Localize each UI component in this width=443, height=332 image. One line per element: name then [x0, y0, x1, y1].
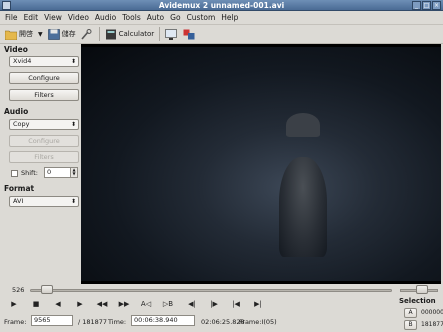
frame-value: 9565	[34, 316, 51, 324]
menu-custom[interactable]: Custom	[184, 13, 219, 22]
playback-controls: ▶ ■ ◀ ▶ ◀◀ ▶▶ A◁ ▷B ◀| |▶ |◀ ▶|	[0, 296, 443, 312]
timeline-slider[interactable]: 526	[0, 284, 443, 296]
audio-filters-button[interactable]: Filters	[9, 151, 79, 163]
next-keyframe-button[interactable]: ▶▶	[118, 299, 130, 310]
monitor-icon	[165, 28, 177, 40]
toolbar-separator	[159, 27, 161, 41]
previous-keyframe-button[interactable]: ◀◀	[96, 299, 108, 310]
select-arrows-icon: ⬍	[70, 58, 76, 65]
menu-file[interactable]: File	[2, 13, 21, 22]
go-to-marker-b-button[interactable]: |▶	[208, 299, 220, 310]
close-button[interactable]: ×	[432, 1, 441, 10]
menu-tools[interactable]: Tools	[119, 13, 143, 22]
audio-codec-select[interactable]: Copy ⬍	[9, 119, 79, 130]
open-button[interactable]: 開啓	[3, 26, 35, 42]
menu-video[interactable]: Video	[65, 13, 92, 22]
menu-audio[interactable]: Audio	[92, 13, 119, 22]
video-configure-button[interactable]: Configure	[9, 72, 79, 84]
menu-help[interactable]: Help	[218, 13, 241, 22]
shift-value: 0	[47, 168, 52, 176]
time-label: Time:	[108, 318, 127, 326]
selection-b-button[interactable]: B	[404, 320, 417, 330]
selection-a-button[interactable]: A	[404, 308, 417, 318]
audio-codec-value: Copy	[13, 120, 30, 128]
frame-label: Frame:	[4, 318, 27, 326]
audio-section-title: Audio	[4, 107, 29, 116]
shift-spinbox[interactable]: 0 ▲ ▼	[44, 167, 78, 178]
format-section-title: Format	[4, 184, 35, 193]
menu-view[interactable]: View	[41, 13, 65, 22]
toolbar-separator	[98, 27, 100, 41]
properties-button[interactable]	[78, 26, 96, 42]
calculator-button[interactable]: Calculator	[103, 26, 157, 42]
selection-b-value: 181877	[421, 321, 443, 328]
open-label: 開啓	[19, 30, 33, 38]
soldier-helmet	[286, 113, 320, 137]
time-value: 00:06:38.940	[134, 316, 178, 324]
save-button[interactable]: 儲存	[46, 26, 78, 42]
play-button[interactable]: ▶	[8, 299, 20, 310]
menu-bar: File Edit View Video Audio Tools Auto Go…	[0, 11, 443, 23]
calculator-icon	[105, 29, 116, 39]
menu-edit[interactable]: Edit	[21, 13, 42, 22]
encoding-panel: Video Xvid4 ⬍ Configure Filters Audio Co…	[0, 44, 81, 284]
shift-checkbox[interactable]	[11, 170, 18, 177]
menu-go[interactable]: Go	[167, 13, 183, 22]
selection-title: Selection	[399, 297, 436, 305]
next-frame-button[interactable]: ▶	[74, 299, 86, 310]
select-arrows-icon: ⬍	[70, 121, 76, 128]
soldier-figure	[279, 157, 327, 257]
wrench-icon	[81, 28, 92, 40]
time-input[interactable]: 00:06:38.940	[131, 315, 195, 326]
toolbar: 開啓 ▼ 儲存 Calculator	[0, 24, 443, 44]
layers-icon	[183, 29, 195, 39]
status-bar: Frame: 9565 / 181877 Time: 00:06:38.940 …	[0, 313, 443, 332]
timeline-thumb[interactable]	[40, 285, 53, 294]
audio-configure-button[interactable]: Configure	[9, 135, 79, 147]
menu-auto[interactable]: Auto	[144, 13, 167, 22]
go-to-end-button[interactable]: ▶|	[252, 299, 264, 310]
set-marker-b-button[interactable]: ▷B	[162, 299, 174, 310]
video-section-title: Video	[4, 45, 28, 54]
preview-button[interactable]	[163, 26, 181, 42]
spin-arrows-icon[interactable]: ▲ ▼	[70, 168, 77, 177]
volume-thumb[interactable]	[416, 285, 428, 294]
slider-value: 526	[12, 286, 25, 294]
format-value: AVI	[13, 197, 24, 205]
floppy-disk-icon	[47, 28, 60, 40]
maximize-button[interactable]: □	[422, 1, 431, 10]
previous-frame-button[interactable]: ◀	[52, 299, 64, 310]
calculator-label: Calculator	[118, 30, 155, 38]
timeline-track[interactable]	[30, 289, 392, 292]
video-frame	[81, 47, 441, 281]
video-filters-button[interactable]: Filters	[9, 89, 79, 101]
total-frames: / 181877	[78, 318, 108, 326]
format-select[interactable]: AVI ⬍	[9, 196, 79, 207]
folder-icon	[5, 30, 17, 40]
frame-input[interactable]: 9565	[31, 315, 73, 326]
title-bar: Avidemux 2 unnamed-001.avi _ □ ×	[0, 0, 443, 11]
go-to-start-button[interactable]: |◀	[230, 299, 242, 310]
shift-label: Shift:	[21, 169, 38, 177]
select-arrows-icon: ⬍	[70, 198, 76, 205]
frame-type: Frame:I(05)	[239, 318, 277, 326]
stop-button[interactable]: ■	[30, 299, 42, 310]
selection-a-value: 000000	[421, 309, 443, 316]
set-marker-a-button[interactable]: A◁	[140, 299, 152, 310]
output-toggle-button[interactable]	[181, 26, 199, 42]
go-to-marker-a-button[interactable]: ◀|	[186, 299, 198, 310]
video-preview	[81, 44, 441, 284]
minimize-button[interactable]: _	[412, 1, 421, 10]
video-codec-value: Xvid4	[13, 57, 32, 65]
save-label: 儲存	[61, 30, 76, 38]
open-dropdown-arrow-icon[interactable]: ▼	[38, 31, 43, 38]
window-title: Avidemux 2 unnamed-001.avi	[158, 1, 285, 10]
video-codec-select[interactable]: Xvid4 ⬍	[9, 56, 79, 67]
